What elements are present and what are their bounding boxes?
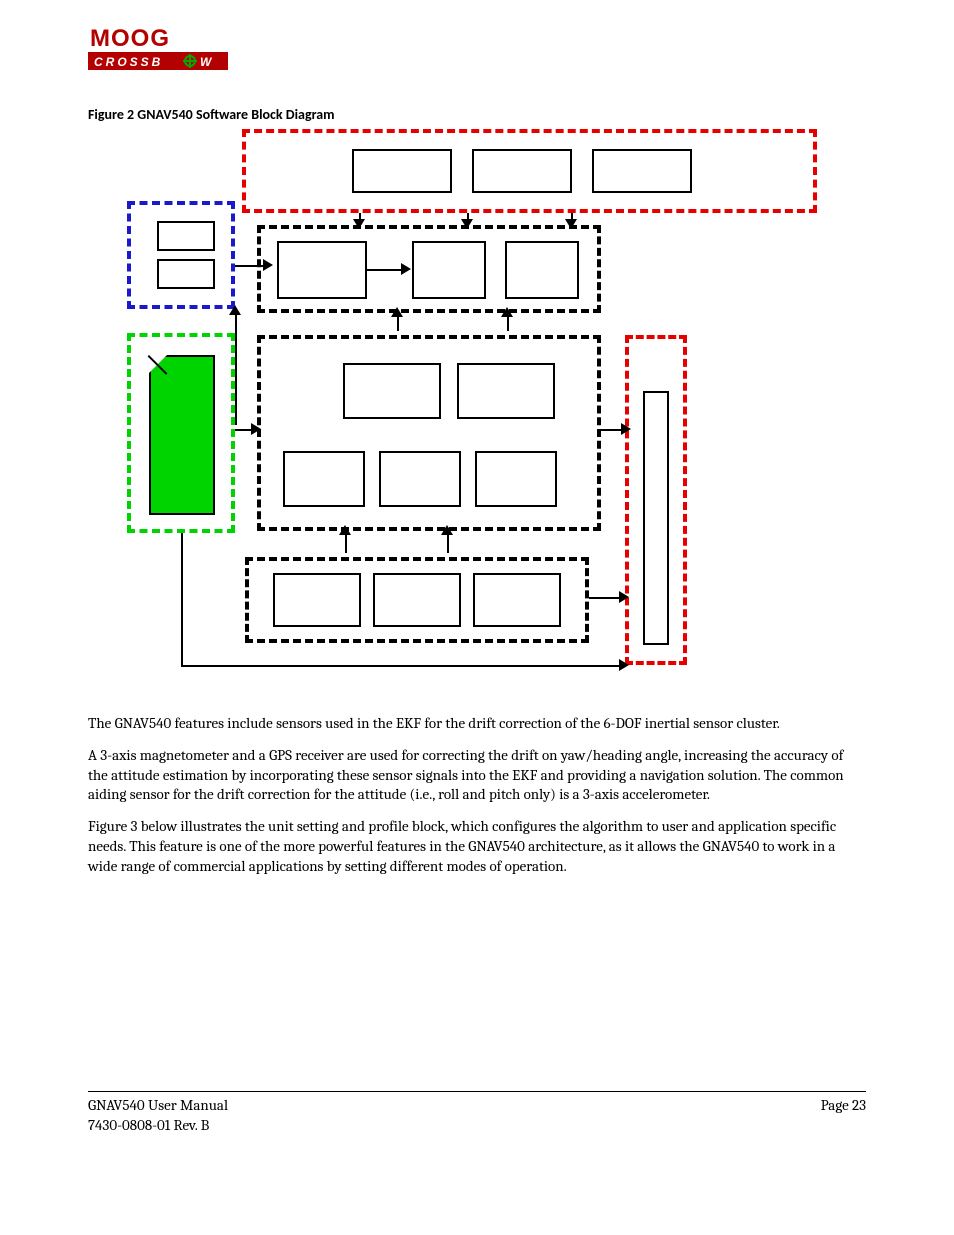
figure-caption: Figure 2 GNAV540 Software Block Diagram — [88, 106, 866, 123]
diagram-box — [592, 149, 692, 193]
page-footer: GNAV540 User Manual 7430-0808-01 Rev. B … — [88, 1091, 866, 1135]
block-diagram — [127, 129, 827, 682]
diagram-box — [643, 391, 669, 645]
diagram-box — [457, 363, 555, 419]
svg-text:W: W — [200, 55, 214, 69]
footer-manual-title: GNAV540 User Manual — [88, 1096, 228, 1116]
diagram-box — [283, 451, 365, 507]
brand-logo: MOOG CROSSB W — [88, 24, 866, 76]
diagram-group-blue — [127, 201, 235, 309]
diagram-box — [472, 149, 572, 193]
paragraph: Figure 3 below illustrates the unit sett… — [88, 817, 866, 876]
footer-doc-number: 7430-0808-01 Rev. B — [88, 1116, 228, 1136]
diagram-box — [473, 573, 561, 627]
diagram-box — [412, 241, 486, 299]
paragraph: The GNAV540 features include sensors use… — [88, 714, 866, 734]
footer-page-number: Page 23 — [821, 1096, 866, 1135]
body-text: The GNAV540 features include sensors use… — [88, 714, 866, 877]
diagram-box — [157, 259, 215, 289]
diagram-box — [277, 241, 367, 299]
diagram-box — [379, 451, 461, 507]
diagram-box-green — [149, 355, 215, 515]
diagram-box — [505, 241, 579, 299]
diagram-box — [475, 451, 557, 507]
diagram-box — [352, 149, 452, 193]
diagram-box — [343, 363, 441, 419]
brand-top-text: MOOG — [90, 25, 170, 52]
diagram-box — [157, 221, 215, 251]
diagram-box — [373, 573, 461, 627]
diagram-box — [273, 573, 361, 627]
brand-bottom-text: CROSSB — [94, 55, 163, 69]
paragraph: A 3-axis magnetometer and a GPS receiver… — [88, 746, 866, 805]
